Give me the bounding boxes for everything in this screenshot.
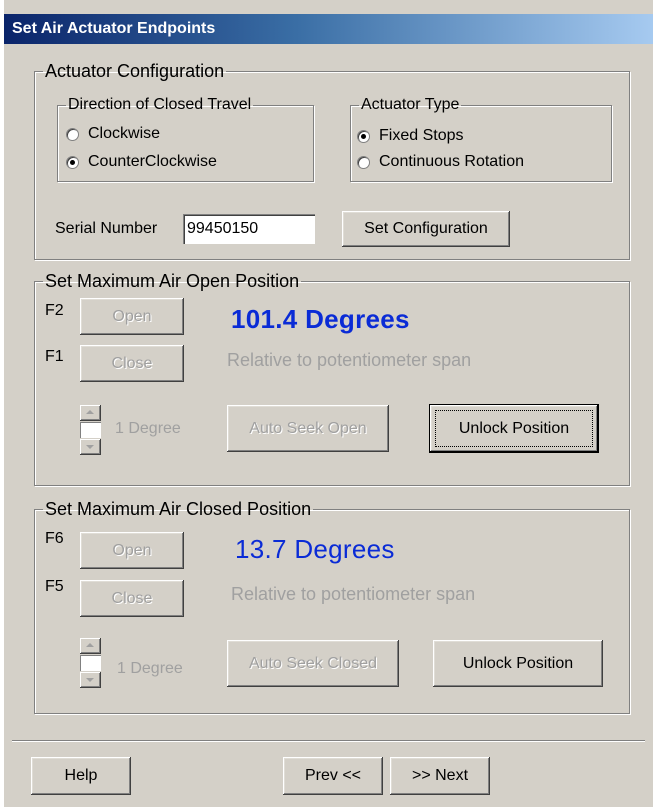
- f2-key-label: F2: [45, 302, 64, 319]
- air-open-position-legend: Set Maximum Air Open Position: [45, 271, 300, 291]
- air-open-position-group: Set Maximum Air Open Position F2 F1 Open…: [34, 272, 630, 486]
- radio-circle-checked[interactable]: [66, 155, 79, 169]
- air-open-open-button[interactable]: Open: [80, 298, 184, 335]
- next-button[interactable]: >> Next: [390, 757, 490, 795]
- air-closed-position-legend: Set Maximum Air Closed Position: [45, 499, 312, 519]
- air-open-degrees-readout: 101.4 Degrees: [231, 304, 410, 334]
- air-closed-step-label: 1 Degree: [117, 660, 183, 677]
- air-closed-open-button[interactable]: Open: [80, 532, 184, 569]
- actuator-configuration-legend: Actuator Configuration: [45, 61, 225, 81]
- radio-clockwise[interactable]: Clockwise: [66, 124, 160, 144]
- radio-fixed-stops-label: Fixed Stops: [379, 127, 464, 144]
- air-open-step-label: 1 Degree: [115, 420, 181, 437]
- footer-separator: [12, 740, 645, 742]
- serial-number-input[interactable]: [183, 214, 315, 244]
- actuator-type-legend: Actuator Type: [361, 96, 460, 113]
- prev-button[interactable]: Prev <<: [283, 757, 383, 795]
- air-closed-degree-spinner[interactable]: [80, 638, 101, 688]
- spin-up-button[interactable]: [80, 405, 101, 421]
- radio-fixed-stops[interactable]: Fixed Stops: [357, 126, 463, 146]
- direction-legend: Direction of Closed Travel: [68, 96, 252, 113]
- help-button[interactable]: Help: [31, 757, 131, 795]
- f6-key-label: F6: [45, 530, 64, 547]
- dialog-window: Set Air Actuator Endpoints Actuator Conf…: [4, 0, 653, 807]
- air-open-unlock-label: Unlock Position: [458, 419, 570, 437]
- spin-up-button[interactable]: [80, 638, 101, 654]
- arrow-down-icon: [86, 678, 94, 682]
- direction-group: Direction of Closed Travel Clockwise Cou…: [57, 96, 314, 182]
- radio-circle[interactable]: [357, 155, 370, 169]
- dialog-title: Set Air Actuator Endpoints: [4, 14, 653, 44]
- f1-key-label: F1: [45, 348, 64, 365]
- radio-clockwise-label: Clockwise: [88, 125, 161, 142]
- air-open-relative-text: Relative to potentiometer span: [227, 350, 472, 370]
- radio-counterclockwise-label: CounterClockwise: [88, 153, 217, 170]
- air-open-degree-spinner[interactable]: [80, 405, 101, 455]
- serial-number-label: Serial Number: [55, 220, 158, 237]
- air-closed-close-button[interactable]: Close: [80, 580, 184, 617]
- auto-seek-open-button[interactable]: Auto Seek Open: [227, 405, 389, 452]
- actuator-configuration-group: Actuator Configuration Direction of Clos…: [34, 62, 630, 260]
- air-closed-relative-text: Relative to potentiometer span: [231, 584, 476, 604]
- radio-circle[interactable]: [66, 127, 79, 141]
- arrow-up-icon: [86, 410, 94, 414]
- air-closed-position-group: Set Maximum Air Closed Position F6 F5 Op…: [34, 500, 630, 714]
- radio-counterclockwise[interactable]: CounterClockwise: [66, 152, 217, 172]
- spin-value-box: [80, 422, 101, 438]
- f5-key-label: F5: [45, 578, 64, 595]
- air-closed-unlock-position-button[interactable]: Unlock Position: [433, 640, 603, 687]
- actuator-type-group: Actuator Type Fixed Stops Continuous Rot…: [350, 96, 612, 182]
- radio-continuous-rotation[interactable]: Continuous Rotation: [357, 152, 524, 172]
- spin-down-button[interactable]: [80, 672, 101, 688]
- auto-seek-closed-button[interactable]: Auto Seek Closed: [227, 640, 399, 687]
- spin-down-button[interactable]: [80, 439, 101, 455]
- set-configuration-button[interactable]: Set Configuration: [342, 211, 510, 247]
- air-closed-degrees-readout: 13.7 Degrees: [235, 534, 395, 564]
- arrow-up-icon: [86, 643, 94, 647]
- arrow-down-icon: [86, 445, 94, 449]
- air-open-unlock-position-button[interactable]: Unlock Position: [429, 404, 599, 453]
- radio-circle-checked[interactable]: [357, 129, 370, 143]
- air-open-close-button[interactable]: Close: [80, 345, 184, 382]
- spin-value-box: [80, 655, 101, 671]
- radio-continuous-rotation-label: Continuous Rotation: [379, 153, 524, 170]
